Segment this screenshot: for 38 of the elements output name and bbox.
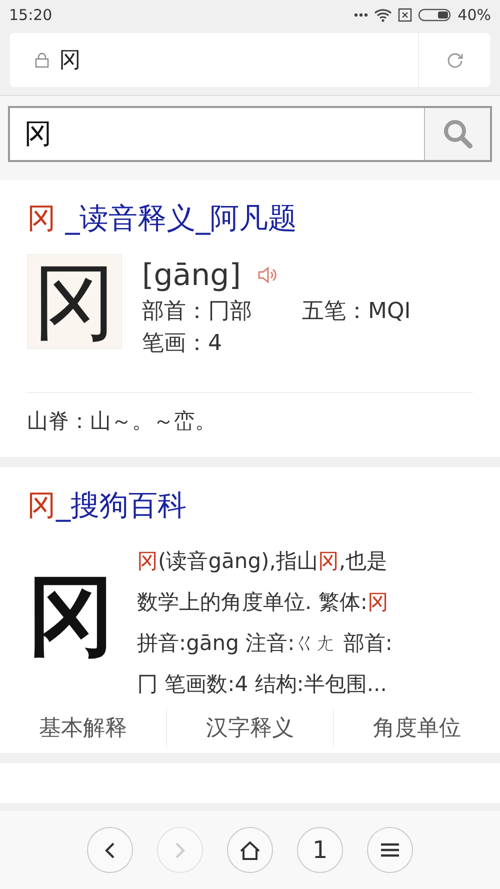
snippet-line: 拼音:gāng 注音:ㄍㄤ 部首:: [137, 630, 392, 657]
home-icon: [240, 840, 260, 860]
definition-text: 山脊：山～。～峦。: [27, 392, 473, 457]
pinyin-text: [gāng]: [142, 258, 241, 292]
menu-icon: [381, 843, 399, 857]
reload-icon: [446, 51, 464, 69]
sim-icon: [398, 8, 412, 22]
snippet-line: 数学上的角度单位. 繁体:冈: [137, 589, 390, 616]
section-link[interactable]: 基本解释: [0, 709, 166, 747]
info-field: 五笔：MQI: [302, 296, 411, 328]
snippet-line: 冂 笔画数:4 结构:半包围...: [137, 671, 388, 698]
result-title-link[interactable]: 冈_搜狗百科: [27, 485, 473, 525]
address-text: 冈: [59, 47, 81, 75]
result-title-link[interactable]: 冈 _读音释义_阿凡题: [27, 198, 473, 238]
address-bar[interactable]: 冈: [10, 33, 490, 87]
snippet-line: 冈(读音gāng),指山冈,也是: [137, 548, 389, 575]
info-field: 部首：冂部: [142, 296, 252, 328]
wifi-icon: [374, 8, 392, 22]
calligraphy-glyph: 冈: [27, 562, 115, 668]
back-icon: [105, 842, 115, 858]
speaker-icon[interactable]: [256, 266, 277, 284]
battery-percent: 40%: [458, 6, 491, 24]
section-link[interactable]: 角度单位: [333, 709, 500, 747]
search-icon: [442, 119, 472, 149]
search-field[interactable]: 冈: [8, 106, 492, 162]
more-icon: [354, 13, 368, 17]
tabs-button[interactable]: 1: [297, 827, 343, 873]
info-field: 笔画：4: [142, 328, 222, 360]
back-button[interactable]: [87, 827, 133, 873]
search-button[interactable]: [424, 108, 490, 160]
status-time: 15:20: [9, 6, 52, 24]
forward-icon: [175, 842, 185, 858]
lock-icon: [35, 52, 49, 68]
character-glyph: 冈: [27, 254, 122, 349]
menu-button[interactable]: [367, 827, 413, 873]
section-link[interactable]: 汉字释义: [166, 709, 333, 747]
home-button[interactable]: [227, 827, 273, 873]
battery-icon: [418, 8, 452, 22]
